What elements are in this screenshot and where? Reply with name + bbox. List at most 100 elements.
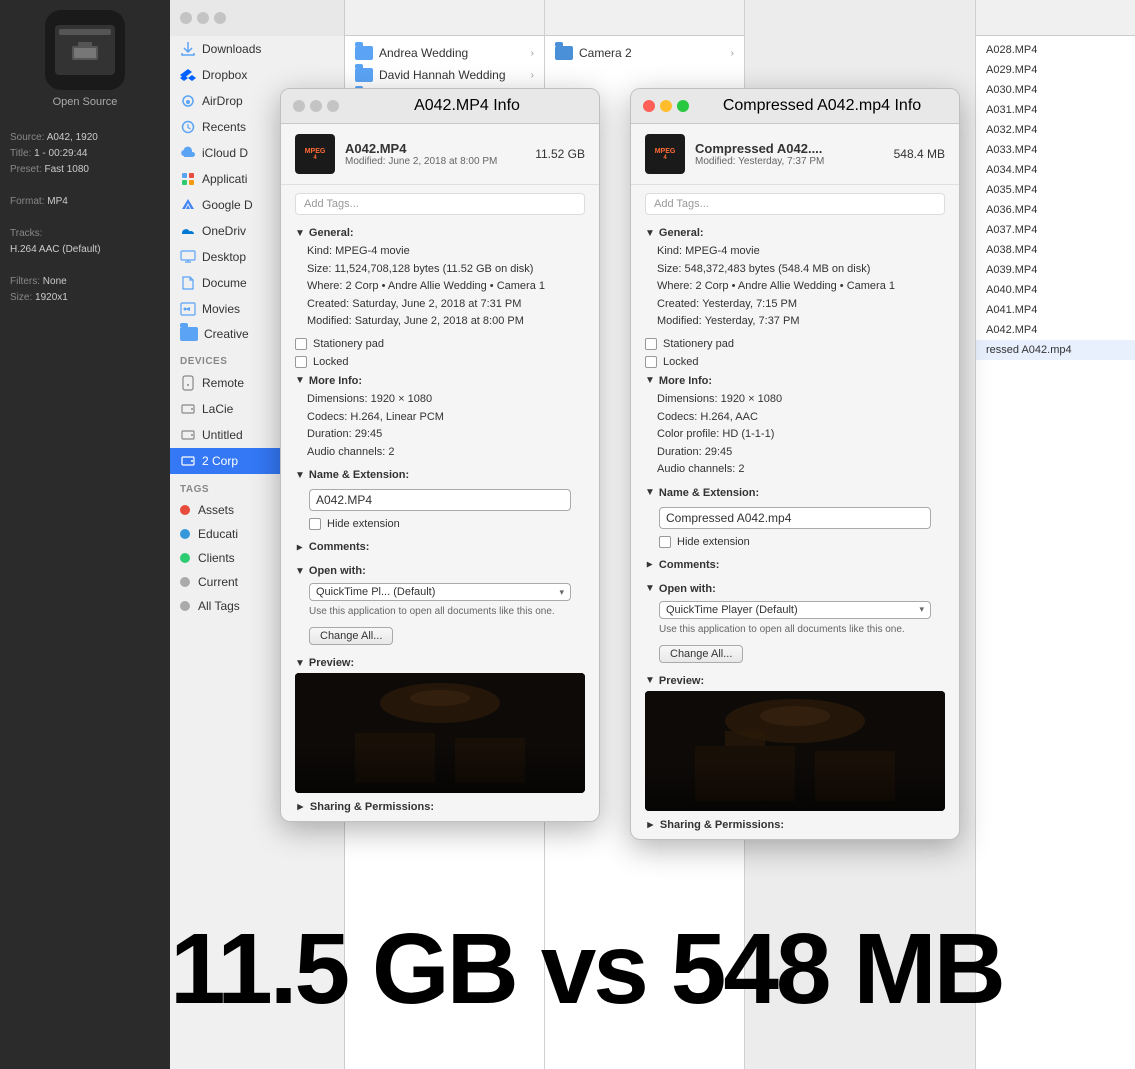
finder-item-david-wedding[interactable]: David Hannah Wedding ›	[345, 64, 544, 86]
mp4-item-a030[interactable]: A030.MP4	[976, 80, 1135, 100]
sharing-header-1[interactable]: ▼ Sharing & Permissions:	[295, 801, 585, 813]
name-ext-field-1[interactable]: A042.MP4	[309, 489, 571, 511]
mp4-item-a028[interactable]: A028.MP4	[976, 40, 1135, 60]
tl-close-2[interactable]	[643, 100, 655, 112]
finder-col-3-items: A028.MP4 A029.MP4 A030.MP4 A031.MP4 A032…	[976, 36, 1135, 360]
codecs-1: Codecs: H.264, Linear PCM	[295, 409, 585, 427]
general-header-1[interactable]: ▼ General:	[295, 223, 585, 243]
format-label: Format:	[10, 196, 44, 207]
triangle-1: ▼	[295, 228, 305, 239]
mp4-item-a039[interactable]: A039.MP4	[976, 260, 1135, 280]
general-where-1: Where: 2 Corp • Andre Allie Wedding • Ca…	[295, 278, 585, 296]
mp4-label-a039: A039.MP4	[986, 264, 1037, 276]
sidebar-item-label-clients: Clients	[198, 551, 235, 565]
hide-ext-checkbox-1[interactable]	[309, 518, 321, 530]
mp4-item-a029[interactable]: A029.MP4	[976, 60, 1135, 80]
tag-dot-current	[180, 577, 190, 587]
window-controls	[180, 12, 226, 24]
mp4-item-a036[interactable]: A036.MP4	[976, 200, 1135, 220]
mp4-label-a035: A035.MP4	[986, 184, 1037, 196]
sidebar-item-label-applications: Applicati	[202, 172, 247, 186]
general-header-2[interactable]: ▼ General:	[645, 223, 945, 243]
general-section-2: ▼ General: Kind: MPEG-4 movie Size: 548,…	[631, 223, 959, 335]
triangle-preview-1: ▼	[295, 658, 305, 669]
finder-item-andrea-wedding[interactable]: Andrea Wedding ›	[345, 42, 544, 64]
app-sidebar: Open Source Source: A042, 1920 Title: 1 …	[0, 0, 170, 1069]
mp4-item-a038[interactable]: A038.MP4	[976, 240, 1135, 260]
general-modified-2: Modified: Yesterday, 7:37 PM	[645, 313, 945, 331]
app-description-2: Use this application to open all documen…	[645, 621, 945, 641]
mp4-item-a037[interactable]: A037.MP4	[976, 220, 1135, 240]
sharing-header-2[interactable]: ▼ Sharing & Permissions:	[645, 819, 945, 831]
mp4-item-a041[interactable]: A041.MP4	[976, 300, 1135, 320]
sidebar-item-dropbox[interactable]: Dropbox	[170, 62, 344, 88]
preview-header-2[interactable]: ▼ Preview:	[645, 671, 945, 691]
triangle-more-2: ▼	[645, 375, 655, 386]
app-selector-2[interactable]: QuickTime Player (Default) ▾	[659, 601, 931, 619]
name-ext-header-1[interactable]: ▼ Name & Extension:	[295, 465, 585, 485]
codecs-2: Codecs: H.264, AAC	[645, 409, 945, 427]
name-ext-field-2[interactable]: Compressed A042.mp4	[659, 507, 931, 529]
filters-value: None	[43, 276, 67, 287]
info-file-header-2: MPEG 4 Compressed A042.... Modified: Yes…	[631, 124, 959, 185]
mp4-item-a031[interactable]: A031.MP4	[976, 100, 1135, 120]
sidebar-item-label-recents: Recents	[202, 120, 246, 134]
name-ext-header-2[interactable]: ▼ Name & Extension:	[645, 483, 945, 503]
tag-dot-education	[180, 529, 190, 539]
mp4-item-a033[interactable]: A033.MP4	[976, 140, 1135, 160]
locked-checkbox-2[interactable]	[645, 356, 657, 368]
preset-label: Preset:	[10, 164, 42, 175]
mp4-item-a040[interactable]: A040.MP4	[976, 280, 1135, 300]
folder-icon-camera2	[555, 46, 573, 60]
mp4-item-a032[interactable]: A032.MP4	[976, 120, 1135, 140]
hide-ext-label-2: Hide extension	[677, 536, 750, 548]
stationery-label-1: Stationery pad	[313, 338, 384, 350]
preview-image-1	[295, 673, 585, 793]
more-info-header-2[interactable]: ▼ More Info:	[645, 371, 945, 391]
change-all-btn-1[interactable]: Change All...	[309, 627, 393, 645]
comments-section-1: ▼ Comments:	[281, 537, 599, 561]
mp4-item-compressed[interactable]: ressed A042.mp4	[976, 340, 1135, 360]
locked-row-1: Locked	[281, 353, 599, 371]
triangle-more-1: ▼	[295, 375, 305, 386]
finder-item-camera2[interactable]: Camera 2 ›	[545, 42, 744, 64]
change-all-btn-2[interactable]: Change All...	[659, 645, 743, 663]
stationery-checkbox-1[interactable]	[295, 338, 307, 350]
triangle-name-2: ▼	[645, 487, 655, 498]
sidebar-item-label-onedrive: OneDriv	[202, 224, 246, 238]
more-info-header-1[interactable]: ▼ More Info:	[295, 371, 585, 391]
sidebar-item-label-untitled: Untitled	[202, 428, 243, 442]
more-info-label-1: More Info:	[309, 375, 362, 387]
open-with-header-1[interactable]: ▼ Open with:	[295, 561, 585, 581]
tl-grey-2	[310, 100, 322, 112]
preview-header-1[interactable]: ▼ Preview:	[295, 653, 585, 673]
dropdown-arrow-2: ▾	[919, 604, 924, 615]
chevron-right-david: ›	[531, 70, 534, 81]
mp4-item-a035[interactable]: A035.MP4	[976, 180, 1135, 200]
chevron-right-andrea: ›	[531, 48, 534, 59]
preview-label-2: Preview:	[659, 675, 704, 687]
comments-header-1[interactable]: ▼ Comments:	[295, 537, 585, 557]
mp4-label-a040: A040.MP4	[986, 284, 1037, 296]
stationery-checkbox-2[interactable]	[645, 338, 657, 350]
mp4-item-a034[interactable]: A034.MP4	[976, 160, 1135, 180]
mp4-item-a042[interactable]: A042.MP4	[976, 320, 1135, 340]
wc-3	[214, 12, 226, 24]
tl-max-2[interactable]	[677, 100, 689, 112]
tags-input-2[interactable]: Add Tags...	[645, 193, 945, 215]
hide-ext-checkbox-2[interactable]	[659, 536, 671, 548]
app-selector-1[interactable]: QuickTime Pl... (Default) ▾	[309, 583, 571, 601]
tl-min-2[interactable]	[660, 100, 672, 112]
open-with-header-2[interactable]: ▼ Open with:	[645, 579, 945, 599]
comments-header-2[interactable]: ▼ Comments:	[645, 555, 945, 575]
tags-input-1[interactable]: Add Tags...	[295, 193, 585, 215]
triangle-open-1: ▼	[295, 566, 305, 577]
hide-ext-row-2: Hide extension	[645, 533, 945, 551]
sidebar-item-label-airdrop: AirDrop	[202, 94, 243, 108]
general-created-1: Created: Saturday, June 2, 2018 at 7:31 …	[295, 296, 585, 314]
sharing-label-1: Sharing & Permissions:	[310, 801, 434, 813]
sidebar-item-downloads[interactable]: Downloads	[170, 36, 344, 62]
locked-checkbox-1[interactable]	[295, 356, 307, 368]
size-value: 1920x1	[35, 292, 68, 303]
preview-section-2: ▼ Preview:	[631, 671, 959, 815]
